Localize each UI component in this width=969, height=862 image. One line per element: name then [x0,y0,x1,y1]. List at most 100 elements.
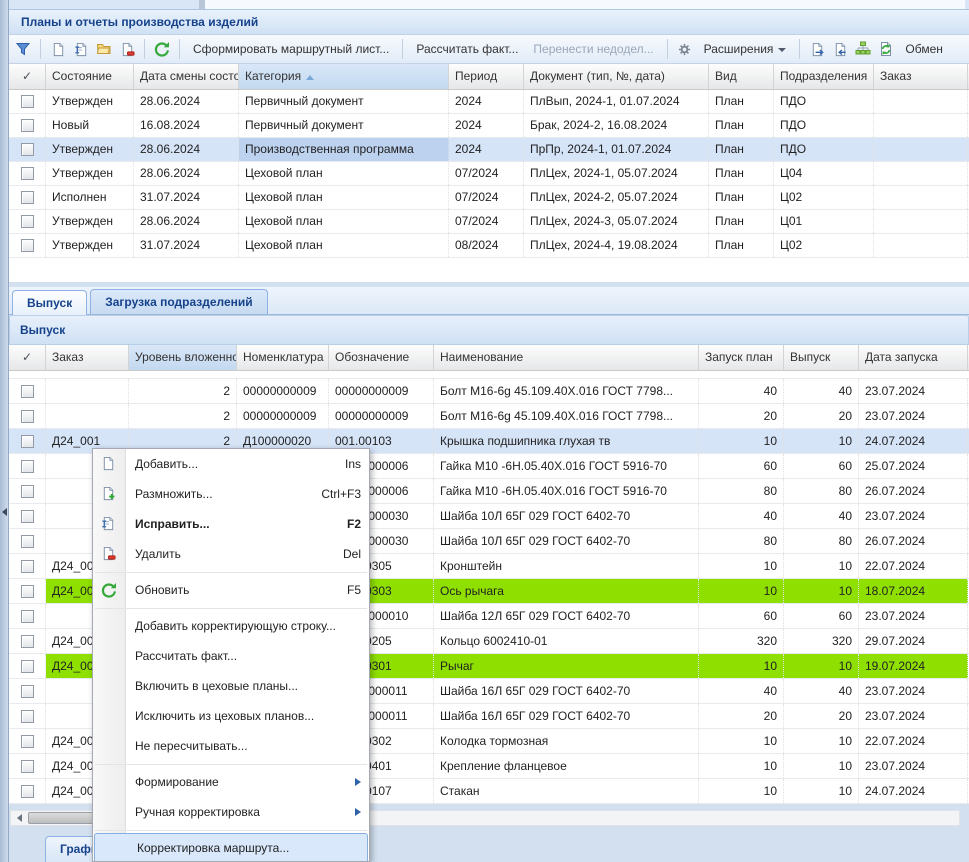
table-cell: 10 [784,554,859,578]
table-row[interactable]: Утвержден28.06.2024Первичный документ202… [9,90,969,114]
column-header[interactable]: Запуск план [699,345,784,370]
table-cell: Ц04 [774,162,874,185]
tab-zagruzka-podrazdeleniy[interactable]: Загрузка подразделений [90,289,267,314]
hierarchy-icon[interactable] [853,39,873,59]
table-row[interactable]: Новый16.08.2024Первичный документ2024Бра… [9,114,969,138]
scroll-left-icon [17,814,22,822]
row-checkbox[interactable] [21,167,34,180]
column-header[interactable]: Заказ [874,64,968,89]
refresh-icon[interactable] [152,39,172,59]
row-checkbox[interactable] [21,785,34,798]
import-doc-icon[interactable] [830,39,850,59]
column-header[interactable]: Выпуск [784,345,859,370]
menu-item[interactable]: Исправить...F2 [93,509,369,539]
exchange-doc-icon[interactable] [876,39,896,59]
table-row[interactable]: Утвержден28.06.2024Производственная прог… [9,138,969,162]
row-checkbox[interactable] [21,560,34,573]
left-collapsed-panel-splitter[interactable] [0,0,9,862]
column-header[interactable]: Категория [239,64,449,89]
row-checkbox-cell [9,138,46,161]
row-checkbox[interactable] [21,239,34,252]
edit-doc-icon[interactable] [71,39,91,59]
row-checkbox[interactable] [21,95,34,108]
row-checkbox[interactable] [21,585,34,598]
select-all-column-header[interactable]: ✓ [9,64,46,89]
column-header[interactable]: Документ (тип, №, дата) [524,64,709,89]
column-header[interactable]: Состояние [46,64,134,89]
extensions-gear-icon[interactable] [675,39,695,59]
exchange-button[interactable]: Обмен [899,42,949,56]
menu-item[interactable]: Ручная корректировка [93,797,369,827]
row-checkbox[interactable] [21,460,34,473]
row-checkbox[interactable] [21,710,34,723]
row-checkbox[interactable] [21,191,34,204]
menu-item[interactable]: Размножить...Ctrl+F3 [93,479,369,509]
table-cell: 28.06.2024 [134,138,239,161]
select-all-column-header[interactable]: ✓ [9,345,46,370]
table-row[interactable]: Утвержден28.06.2024Цеховой план07/2024Пл… [9,210,969,234]
column-header[interactable]: Вид [709,64,774,89]
menu-item[interactable]: Добавить...Ins [93,449,369,479]
tab-vypusk[interactable]: Выпуск [12,290,87,315]
column-header[interactable]: Наименование [434,345,699,370]
table-cell: 29.07.2024 [859,629,968,653]
menu-item[interactable]: УдалитьDel [93,539,369,569]
make-route-list-button[interactable]: Сформировать маршрутный лист... [187,42,395,56]
row-checkbox[interactable] [21,143,34,156]
extensions-button[interactable]: Расширения [698,42,793,56]
filter-icon[interactable] [13,39,33,59]
row-checkbox[interactable] [21,610,34,623]
menu-item[interactable]: Корректировка маршрута... [94,833,368,862]
table-cell: 10 [699,654,784,678]
table-cell: 28.06.2024 [134,162,239,185]
calc-fact-button[interactable]: Рассчитать факт... [410,42,524,56]
column-header[interactable]: Уровень вложенности [129,345,237,370]
new-doc-icon[interactable] [48,39,68,59]
row-checkbox[interactable] [21,685,34,698]
column-header[interactable]: Дата запуска [859,345,968,370]
row-checkbox[interactable] [21,215,34,228]
top-grid-body: Утвержден28.06.2024Первичный документ202… [9,90,969,258]
table-row[interactable]: Исполнен31.07.2024Цеховой план07/2024ПлЦ… [9,186,969,210]
row-checkbox[interactable] [21,435,34,448]
column-header[interactable]: Номенклатура [237,345,329,370]
table-row[interactable]: Утвержден31.07.2024Цеховой план08/2024Пл… [9,234,969,258]
menu-item-label: Ручная корректировка [135,805,345,819]
menu-item[interactable]: ОбновитьF5 [93,575,369,605]
row-checkbox[interactable] [21,410,34,423]
menu-item[interactable]: Не пересчитывать... [93,731,369,761]
row-checkbox[interactable] [21,510,34,523]
menu-item[interactable]: Рассчитать факт... [93,641,369,671]
row-checkbox[interactable] [21,660,34,673]
column-header[interactable]: Дата смены состояния [134,64,239,89]
table-cell: 28.06.2024 [134,210,239,233]
column-header[interactable]: Заказ [46,345,129,370]
scroll-left-button[interactable] [11,811,27,825]
table-cell: 10 [699,729,784,753]
menu-item-hotkey: Ctrl+F3 [321,487,361,501]
row-checkbox[interactable] [21,485,34,498]
delete-doc-icon[interactable] [117,39,137,59]
table-cell: 10 [699,779,784,803]
column-header[interactable]: Подразделения [774,64,874,89]
column-header[interactable]: Обозначение [329,345,434,370]
row-checkbox[interactable] [21,735,34,748]
table-row[interactable]: Утвержден28.06.2024Цеховой план07/2024Пл… [9,162,969,186]
row-checkbox[interactable] [21,760,34,773]
export-doc-icon[interactable] [807,39,827,59]
clipped-scrolled-row[interactable] [9,371,969,379]
table-row[interactable]: 20000000000900000000009Болт М16-6g 45.10… [9,379,969,404]
table-row[interactable]: 20000000000900000000009Болт М16-6g 45.10… [9,404,969,429]
column-header[interactable]: Период [449,64,524,89]
open-folder-icon[interactable] [94,39,114,59]
menu-item[interactable]: Добавить корректирующую строку... [93,611,369,641]
row-checkbox[interactable] [21,635,34,648]
table-cell: Шайба 10Л 65Г 029 ГОСТ 6402-70 [434,504,699,528]
menu-item[interactable]: Включить в цеховые планы... [93,671,369,701]
row-checkbox[interactable] [21,119,34,132]
collapse-left-icon[interactable] [2,508,7,516]
menu-item[interactable]: Формирование [93,767,369,797]
menu-item[interactable]: Исключить из цеховых планов... [93,701,369,731]
row-checkbox[interactable] [21,535,34,548]
row-checkbox[interactable] [21,385,34,398]
